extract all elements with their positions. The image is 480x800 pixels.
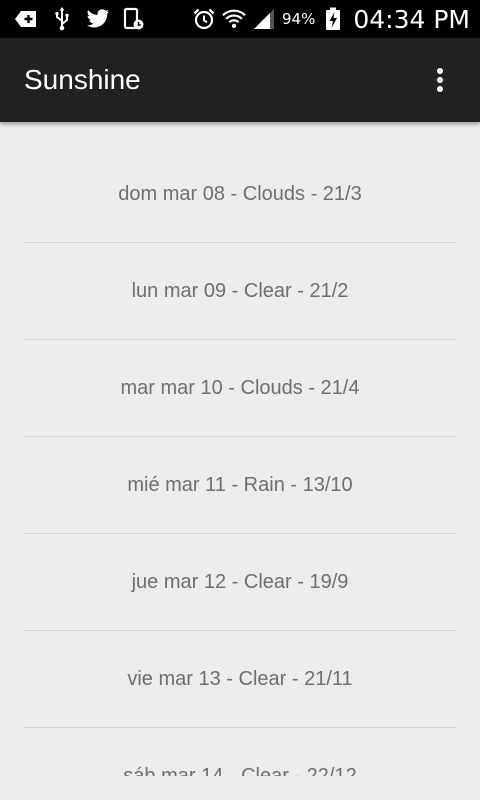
forecast-list[interactable]: dom mar 08 - Clouds - 21/3 lun mar 09 - …: [24, 146, 456, 776]
battery-percentage: 94%: [282, 10, 316, 28]
usb-icon: [50, 7, 74, 31]
action-bar: Sunshine: [0, 38, 480, 122]
forecast-list-item[interactable]: sáb mar 14 - Clear - 22/12: [24, 728, 456, 777]
forecast-list-item[interactable]: mar mar 10 - Clouds - 21/4: [24, 340, 456, 437]
status-bar: 94% 04:34 PM: [0, 0, 480, 38]
forecast-list-item[interactable]: dom mar 08 - Clouds - 21/3: [24, 146, 456, 243]
wifi-icon: [222, 7, 246, 31]
signal-strength-icon: [252, 7, 276, 31]
forecast-list-item[interactable]: vie mar 13 - Clear - 21/11: [24, 631, 456, 728]
more-vert-icon: [437, 68, 443, 92]
app-title: Sunshine: [24, 64, 141, 95]
alarm-clock-icon: [192, 7, 216, 31]
twitter-icon: [86, 7, 110, 31]
forecast-list-item[interactable]: jue mar 12 - Clear - 19/9: [24, 534, 456, 631]
system-icons: 94% 04:34 PM: [192, 5, 480, 34]
notification-icons: [0, 7, 146, 31]
overflow-menu-button[interactable]: [416, 56, 464, 104]
download-icon: [14, 7, 38, 31]
phone-screenshot-icon: [122, 7, 146, 31]
status-clock: 04:34 PM: [353, 4, 470, 34]
forecast-list-item[interactable]: mié mar 11 - Rain - 13/10: [24, 437, 456, 534]
forecast-list-item[interactable]: lun mar 09 - Clear - 21/2: [24, 243, 456, 340]
battery-charging-icon: [321, 7, 345, 31]
